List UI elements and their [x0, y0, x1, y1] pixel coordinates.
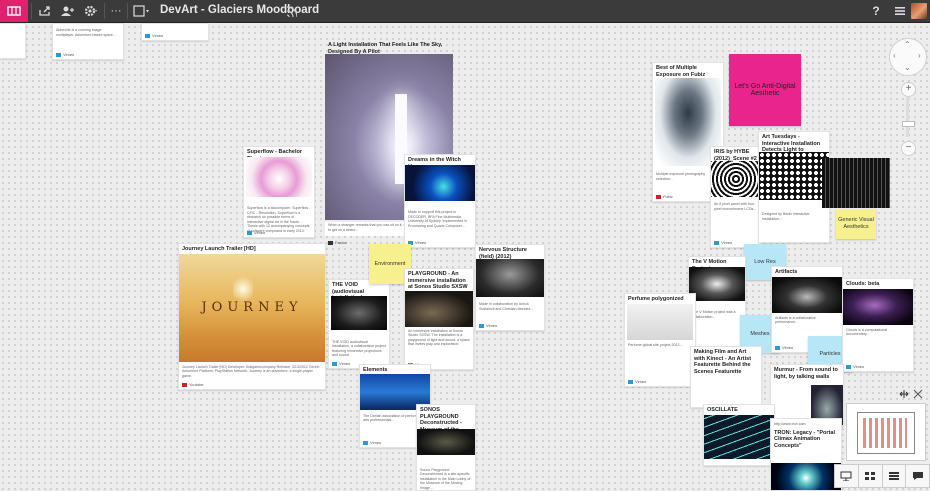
app-logo-button[interactable]	[0, 0, 28, 22]
help-button[interactable]: ?	[868, 0, 884, 22]
note-generic-visual-aesthetics[interactable]: Generic Visual Aesthetics	[836, 209, 876, 239]
layout-icon	[133, 5, 149, 17]
toolbar: ··· DevArt - Glaciers Moodboard ?	[0, 0, 930, 23]
partial-card-top-2[interactable]: Vimeo	[141, 23, 209, 41]
zoom-out-button[interactable]: −	[901, 141, 916, 156]
card-nervous-structure[interactable]: Nervous Structure (field) (2012) Made in…	[475, 244, 545, 331]
avatar	[911, 3, 927, 19]
comment-icon	[912, 472, 923, 480]
pan-control[interactable]: ⌃ ‹ › ⌄	[889, 38, 927, 76]
card-perfume[interactable]: Perfume polygonized Perfume global site …	[624, 293, 696, 387]
share-icon	[39, 6, 50, 16]
card-dreams-witch-house[interactable]: Dreams in the Witch House Made to suppor…	[404, 154, 476, 248]
card-superflow[interactable]: Superflow - Bachelor Thesis Superflow is…	[243, 146, 315, 238]
add-user-icon	[61, 6, 74, 16]
share-button[interactable]	[34, 0, 56, 22]
zoom-slider[interactable]	[902, 97, 915, 137]
presentation-view-button[interactable]	[835, 465, 859, 487]
view-toggle	[834, 464, 930, 488]
more-icon: ···	[110, 5, 122, 17]
gear-icon	[84, 5, 97, 17]
help-icon: ?	[872, 4, 880, 18]
settings-button[interactable]	[80, 0, 102, 22]
mm-logo-icon	[7, 6, 21, 16]
hamburger-menu-icon	[895, 7, 905, 15]
minimap-viewport[interactable]	[857, 412, 915, 454]
card-the-void[interactable]: THE VOID (audiovisual installation) THE …	[328, 279, 390, 369]
menu-button[interactable]	[892, 0, 908, 22]
card-tron[interactable]: http://www.tron.com TRON: Legacy - "Port…	[770, 418, 842, 491]
partial-card-top[interactable]: Abbeville is a coloring image multiplaye…	[52, 23, 124, 60]
partial-card-left[interactable]: ...	[0, 23, 26, 59]
list-icon	[888, 472, 899, 480]
wifi-icon	[286, 6, 297, 17]
more-button[interactable]: ···	[107, 0, 125, 22]
presentation-icon	[840, 471, 852, 481]
card-clouds-beta[interactable]: Clouds: beta Clouds is a computational d…	[842, 278, 914, 372]
journey-logo: JOURNEY	[201, 300, 303, 315]
pan-right-icon[interactable]: ›	[918, 52, 921, 60]
card-art-tuesdays[interactable]: Art Tuesdays - Interactive Installation …	[758, 131, 830, 243]
grid-icon	[865, 472, 876, 480]
pan-down-icon[interactable]: ⌄	[904, 64, 911, 72]
card-v-motion[interactable]: The V Motion Project The V Motion projec…	[688, 256, 746, 353]
image-dark-pattern[interactable]	[822, 158, 890, 208]
card-playground[interactable]: PLAYGROUND - An immersive installation a…	[404, 268, 474, 370]
card-murmur[interactable]: Murmur - From sound to light, by talking…	[770, 364, 844, 426]
minimap[interactable]	[846, 403, 926, 461]
minimap-toggle-icon	[913, 389, 923, 399]
add-user-button[interactable]	[56, 0, 78, 22]
grid-view-button[interactable]	[859, 465, 883, 487]
pan-left-icon[interactable]: ‹	[893, 52, 896, 60]
pan-up-icon[interactable]: ⌃	[904, 41, 911, 49]
zoom-handle[interactable]	[902, 121, 915, 127]
card-making-film[interactable]: Making Film and Art with Kinect - An Art…	[690, 346, 762, 408]
fit-to-screen-button[interactable]	[898, 388, 910, 400]
card-journey[interactable]: Journey Launch Trailer [HD] JOURNEY Jour…	[178, 243, 326, 390]
layout-button[interactable]	[130, 0, 154, 22]
note-lets-go-anti-digital[interactable]: Let's Go Anti-Digital Aesthetic	[729, 54, 801, 126]
zoom-in-button[interactable]: +	[901, 82, 916, 97]
broadcast-button[interactable]	[283, 0, 299, 22]
card-oscillate[interactable]: OSCILLATE	[703, 404, 775, 466]
fit-to-screen-icon	[899, 390, 909, 398]
comment-button[interactable]	[906, 465, 929, 487]
minimap-toggle-button[interactable]	[912, 388, 924, 400]
list-view-button[interactable]	[883, 465, 907, 487]
card-sonos-playground[interactable]: SONOS PLAYGROUND Deconstructed - Museum …	[416, 404, 476, 491]
card-iris-hybe[interactable]: IRIS by HYBE (2012)_Scene #2 An 8 pixel …	[710, 146, 762, 248]
user-avatar[interactable]	[910, 0, 928, 22]
